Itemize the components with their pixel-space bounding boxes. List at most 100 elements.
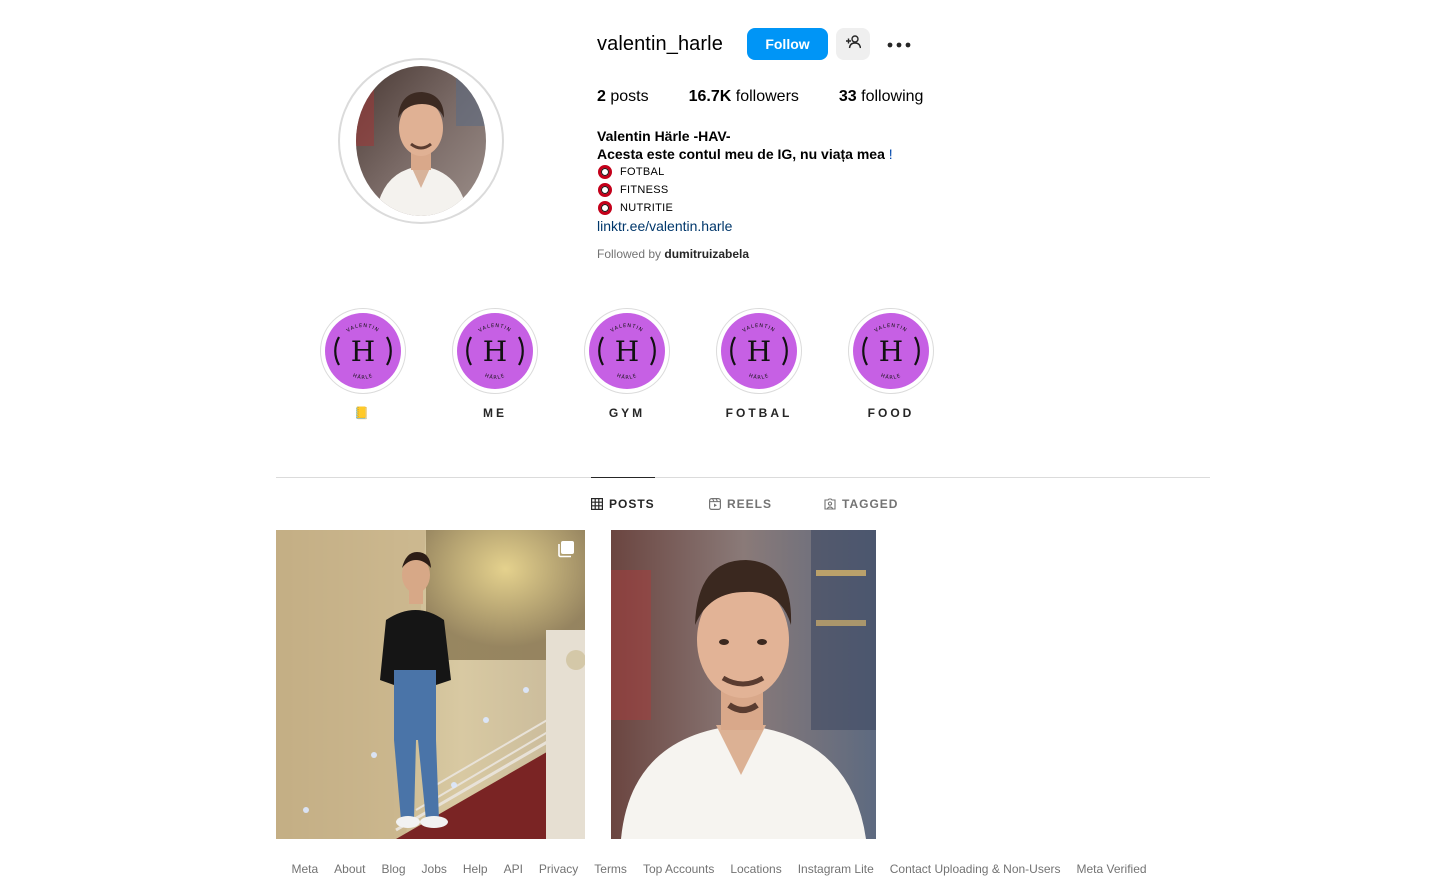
highlight-ring-text-top: VALENTIN <box>478 323 512 334</box>
highlight-cover: H VALENTIN HÄRLE <box>721 313 797 389</box>
following-stat[interactable]: 33 following <box>839 88 924 106</box>
tab-tagged[interactable]: TAGGED <box>824 478 898 530</box>
profile-bio: Valentin Härle -HAV- Acesta este contul … <box>597 127 893 235</box>
tab-reels[interactable]: REELS <box>709 478 772 530</box>
suggested-accounts-button[interactable] <box>836 28 870 60</box>
footer-link[interactable]: Locations <box>730 862 781 876</box>
highlight-ring: H VALENTIN HÄRLE <box>584 308 670 394</box>
footer-link[interactable]: Instagram Lite <box>798 862 874 876</box>
reels-icon <box>709 498 721 510</box>
svg-text:VALENTIN: VALENTIN <box>742 323 777 334</box>
footer-link[interactable]: Jobs <box>422 862 447 876</box>
posts-stat: 2 posts <box>597 88 649 106</box>
highlight-ring-text-bottom: HÄRLE <box>484 373 505 381</box>
footer-link[interactable]: Terms <box>594 862 627 876</box>
footer-link[interactable]: Blog <box>382 862 406 876</box>
person-plus-icon <box>845 34 862 55</box>
highlight-ring: H VALENTIN HÄRLE <box>452 308 538 394</box>
highlight-monogram: H <box>615 335 639 368</box>
bio-item: FITNESS <box>597 181 893 199</box>
highlight-cover: H VALENTIN HÄRLE <box>325 313 401 389</box>
highlight-ring-text-bottom: HÄRLE <box>616 373 637 381</box>
tab-label: REELS <box>727 497 773 511</box>
highlight-ring: H VALENTIN HÄRLE <box>716 308 802 394</box>
svg-text:HÄRLE: HÄRLE <box>616 373 638 381</box>
story-highlight[interactable]: H VALENTIN HÄRLE FOTBAL <box>716 308 802 420</box>
highlight-ring-text-bottom: HÄRLE <box>880 373 901 381</box>
profile-full-name: Valentin Härle -HAV- <box>597 128 731 144</box>
footer-link[interactable]: Help <box>463 862 488 876</box>
highlight-ring: H VALENTIN HÄRLE <box>320 308 406 394</box>
highlight-monogram: H <box>351 335 375 368</box>
highlight-ring-text-top: VALENTIN <box>346 323 380 334</box>
bio-item-label: FITNESS <box>620 184 669 196</box>
highlight-monogram: H <box>747 335 771 368</box>
followers-count: 16.7K <box>688 88 732 105</box>
grid-icon <box>591 497 603 510</box>
footer-links: Meta About Blog Jobs Help API Privacy Terms Top … <box>0 862 1438 876</box>
follow-button[interactable]: Follow <box>747 28 828 60</box>
bio-item: NUTRITIE <box>597 199 893 217</box>
svg-text:HÄRLE: HÄRLE <box>748 373 770 381</box>
footer-link[interactable]: Contact Uploading & Non-Users <box>890 862 1061 876</box>
svg-text:VALENTIN: VALENTIN <box>346 323 381 334</box>
highlight-label: ME <box>483 406 507 420</box>
footer-link[interactable]: Top Accounts <box>643 862 714 876</box>
posts-count: 2 <box>597 88 606 105</box>
story-highlight[interactable]: H VALENTIN HÄRLE 📒 <box>320 308 406 420</box>
svg-text:VALENTIN: VALENTIN <box>610 323 645 334</box>
highlight-label: FOOD <box>867 406 915 420</box>
followed-by[interactable]: Followed by dumitruizabela <box>597 247 749 261</box>
tagged-icon <box>824 498 836 510</box>
post-tile[interactable] <box>611 530 876 839</box>
highlight-ring: H VALENTIN HÄRLE <box>848 308 934 394</box>
svg-text:HÄRLE: HÄRLE <box>484 373 506 381</box>
followed-by-user: dumitruizabela <box>664 247 750 261</box>
highlight-cover: H VALENTIN HÄRLE <box>589 313 665 389</box>
svg-text:VALENTIN: VALENTIN <box>478 323 513 334</box>
story-highlight[interactable]: H VALENTIN HÄRLE FOOD <box>848 308 934 420</box>
bio-line-end: ! <box>884 146 893 162</box>
profile-stats: 2 posts 16.7K followers 33 following <box>597 88 963 106</box>
carousel-icon <box>557 540 575 558</box>
footer-link[interactable]: Meta Verified <box>1077 862 1147 876</box>
following-count: 33 <box>838 88 857 105</box>
tab-label: TAGGED <box>842 497 899 511</box>
svg-text:HÄRLE: HÄRLE <box>880 373 902 381</box>
more-options-button[interactable] <box>884 30 914 58</box>
highlight-monogram: H <box>483 335 507 368</box>
highlight-label: GYM <box>608 406 646 420</box>
bio-item-label: FOTBAL <box>620 166 665 178</box>
profile-username: valentin_harle <box>597 33 723 55</box>
bio-link[interactable]: linktr.ee/valentin.harle <box>597 217 893 235</box>
story-highlight[interactable]: H VALENTIN HÄRLE GYM <box>584 308 670 420</box>
bio-item: FOTBAL <box>597 163 893 181</box>
highlight-label: FOTBAL <box>725 406 793 420</box>
post-tile[interactable] <box>276 530 585 839</box>
followers-label: followers <box>735 88 799 105</box>
svg-text:VALENTIN: VALENTIN <box>874 323 909 334</box>
bio-text: Acesta este contul meu de IG, nu viața m… <box>597 145 893 163</box>
highlight-label: 📒 <box>354 406 372 420</box>
highlight-monogram: H <box>879 335 903 368</box>
highlight-ring-text-top: VALENTIN <box>742 323 776 334</box>
posts-label: posts <box>610 88 649 105</box>
bio-item-label: NUTRITIE <box>620 202 674 214</box>
highlight-ring-text-bottom: HÄRLE <box>748 373 769 381</box>
red-circle-icon <box>598 183 612 197</box>
followed-by-prefix: Followed by <box>597 247 662 261</box>
followers-stat[interactable]: 16.7K followers <box>689 88 799 106</box>
tab-posts[interactable]: POSTS <box>591 477 655 529</box>
footer-link[interactable]: Meta <box>291 862 318 876</box>
story-highlight[interactable]: H VALENTIN HÄRLE ME <box>452 308 538 420</box>
highlight-cover: H VALENTIN HÄRLE <box>853 313 929 389</box>
footer-link[interactable]: API <box>504 862 523 876</box>
tab-label: POSTS <box>609 496 655 511</box>
footer-link[interactable]: About <box>334 862 365 876</box>
highlight-ring-text-bottom: HÄRLE <box>352 373 373 381</box>
red-circle-icon <box>598 165 612 179</box>
ellipsis-icon <box>887 35 911 53</box>
footer-link[interactable]: Privacy <box>539 862 578 876</box>
highlight-ring-text-top: VALENTIN <box>874 323 908 334</box>
avatar[interactable] <box>356 66 486 216</box>
